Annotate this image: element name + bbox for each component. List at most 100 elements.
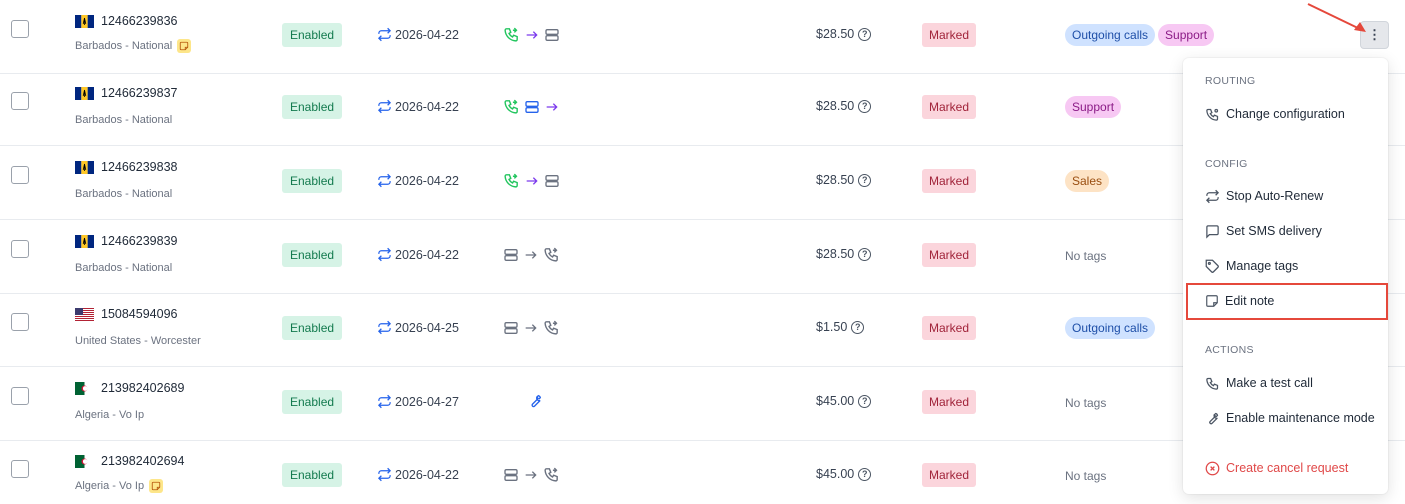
menu-item-create-cancel-request[interactable]: Create cancel request [1205, 458, 1348, 478]
phone-forward-icon [504, 99, 518, 114]
no-tags-text: No tags [1065, 396, 1107, 410]
help-icon[interactable]: ? [851, 320, 865, 334]
phone-number[interactable]: 12466239838 [101, 160, 177, 174]
tag-badge[interactable]: Outgoing calls [1065, 24, 1156, 46]
tag-badge[interactable]: Support [1065, 96, 1122, 118]
renew-date-cell: 2026-04-25 [377, 320, 459, 335]
help-icon[interactable]: ? [858, 247, 872, 261]
renew-date-cell: 2026-04-22 [377, 247, 459, 262]
repeat-icon [377, 27, 392, 42]
row-checkbox[interactable] [11, 387, 29, 405]
menu-item-stop-auto-renew[interactable]: Stop Auto-Renew [1205, 186, 1323, 206]
tags-cell: Support [1065, 96, 1122, 118]
flag-dz-icon [75, 454, 94, 468]
help-icon[interactable]: ? [858, 99, 872, 113]
marked-badge: Marked [922, 390, 977, 414]
phone-forward-icon [504, 173, 518, 188]
renew-date: 2026-04-22 [395, 99, 459, 114]
routing-flow[interactable] [503, 172, 560, 189]
repeat-icon [1205, 189, 1220, 203]
server-icon [545, 174, 559, 187]
phone-number-cell: 213982402694 [75, 454, 184, 468]
row-checkbox[interactable] [11, 460, 29, 478]
price-cell: $28.50? [816, 247, 872, 261]
phone-number[interactable]: 213982402689 [101, 381, 184, 395]
location-cell: United States - Worcester [75, 335, 201, 347]
note-icon[interactable] [149, 479, 164, 493]
help-icon[interactable]: ? [858, 27, 872, 41]
routing-flow[interactable] [503, 466, 560, 483]
row-checkbox[interactable] [11, 20, 29, 38]
help-icon[interactable]: ? [858, 394, 872, 408]
phone-forward-icon [544, 247, 558, 262]
menu-section-config: CONFIG [1205, 158, 1248, 170]
tag-badge[interactable]: Sales [1065, 170, 1110, 192]
server-icon [504, 321, 518, 334]
help-icon[interactable]: ? [858, 173, 872, 187]
location-cell: Algeria - Vo Ip [75, 479, 164, 493]
tags-cell: No tags [1065, 396, 1106, 410]
row-checkbox[interactable] [11, 166, 29, 184]
arrow-right-icon [525, 470, 537, 479]
renew-date-cell: 2026-04-27 [377, 394, 459, 409]
price: $28.50 [816, 247, 855, 261]
price-cell: $28.50? [816, 99, 872, 113]
menu-item-make-test-call[interactable]: Make a test call [1205, 373, 1313, 393]
arrow-right-icon [525, 250, 537, 259]
location-text: Barbados - National [75, 114, 173, 126]
tags-cell: Outgoing calls [1065, 317, 1156, 339]
phone-number[interactable]: 15084594096 [101, 307, 177, 321]
location-text: Barbados - National [75, 188, 173, 200]
status-badge: Enabled [282, 463, 343, 487]
routing-flow[interactable] [503, 319, 560, 336]
price: $45.00 [816, 394, 855, 408]
status-badge: Enabled [282, 169, 343, 193]
menu-item-set-sms-delivery[interactable]: Set SMS delivery [1205, 221, 1322, 241]
menu-item-manage-tags[interactable]: Manage tags [1205, 256, 1298, 276]
phone-number[interactable]: 12466239837 [101, 86, 177, 100]
marked-badge: Marked [922, 169, 977, 193]
price: $28.50 [816, 27, 855, 41]
wrench-icon [1209, 412, 1219, 424]
price: $1.50 [816, 320, 848, 334]
phone-settings-icon [1206, 108, 1219, 121]
routing-flow[interactable] [503, 98, 560, 115]
repeat-icon [377, 247, 392, 262]
location-text: Algeria - Vo Ip [75, 480, 145, 492]
menu-item-label: Set SMS delivery [1226, 224, 1322, 238]
message-square-icon [1206, 224, 1219, 239]
row-actions-menu: ROUTING Change configuration CONFIG Stop… [1183, 58, 1388, 494]
renew-date: 2026-04-25 [395, 320, 459, 335]
phone-number[interactable]: 12466239839 [101, 234, 177, 248]
row-checkbox[interactable] [11, 313, 29, 331]
server-icon [504, 468, 518, 481]
menu-item-enable-maintenance[interactable]: Enable maintenance mode [1205, 408, 1375, 428]
phone-forward-icon [544, 467, 558, 482]
row-checkbox[interactable] [11, 92, 29, 110]
no-tags-text: No tags [1065, 469, 1107, 483]
tag-badge[interactable]: Support [1158, 24, 1215, 46]
phone-number-cell: 213982402689 [75, 381, 184, 395]
menu-item-change-configuration[interactable]: Change configuration [1205, 104, 1345, 124]
renew-date-cell: 2026-04-22 [377, 99, 459, 114]
phone-number[interactable]: 12466239836 [101, 14, 177, 28]
routing-flow[interactable] [503, 26, 560, 43]
phone-number-cell: 12466239838 [75, 160, 177, 174]
row-checkbox[interactable] [11, 240, 29, 258]
tags-cell: Sales [1065, 170, 1110, 192]
x-circle-icon [1205, 461, 1220, 475]
menu-item-label: Make a test call [1226, 376, 1313, 390]
edit-note-highlight [1186, 283, 1388, 320]
note-icon[interactable] [177, 39, 192, 53]
help-icon[interactable]: ? [858, 467, 872, 481]
renew-date-cell: 2026-04-22 [377, 27, 459, 42]
location-cell: Barbados - National [75, 114, 172, 126]
phone-number[interactable]: 213982402694 [101, 454, 184, 468]
location-cell: Barbados - National [75, 262, 172, 274]
routing-flow[interactable] [503, 246, 560, 263]
repeat-icon [377, 394, 392, 409]
renew-date: 2026-04-22 [395, 27, 459, 42]
routing-flow[interactable] [503, 393, 543, 409]
status-badge: Enabled [282, 243, 343, 267]
tag-badge[interactable]: Outgoing calls [1065, 317, 1156, 339]
